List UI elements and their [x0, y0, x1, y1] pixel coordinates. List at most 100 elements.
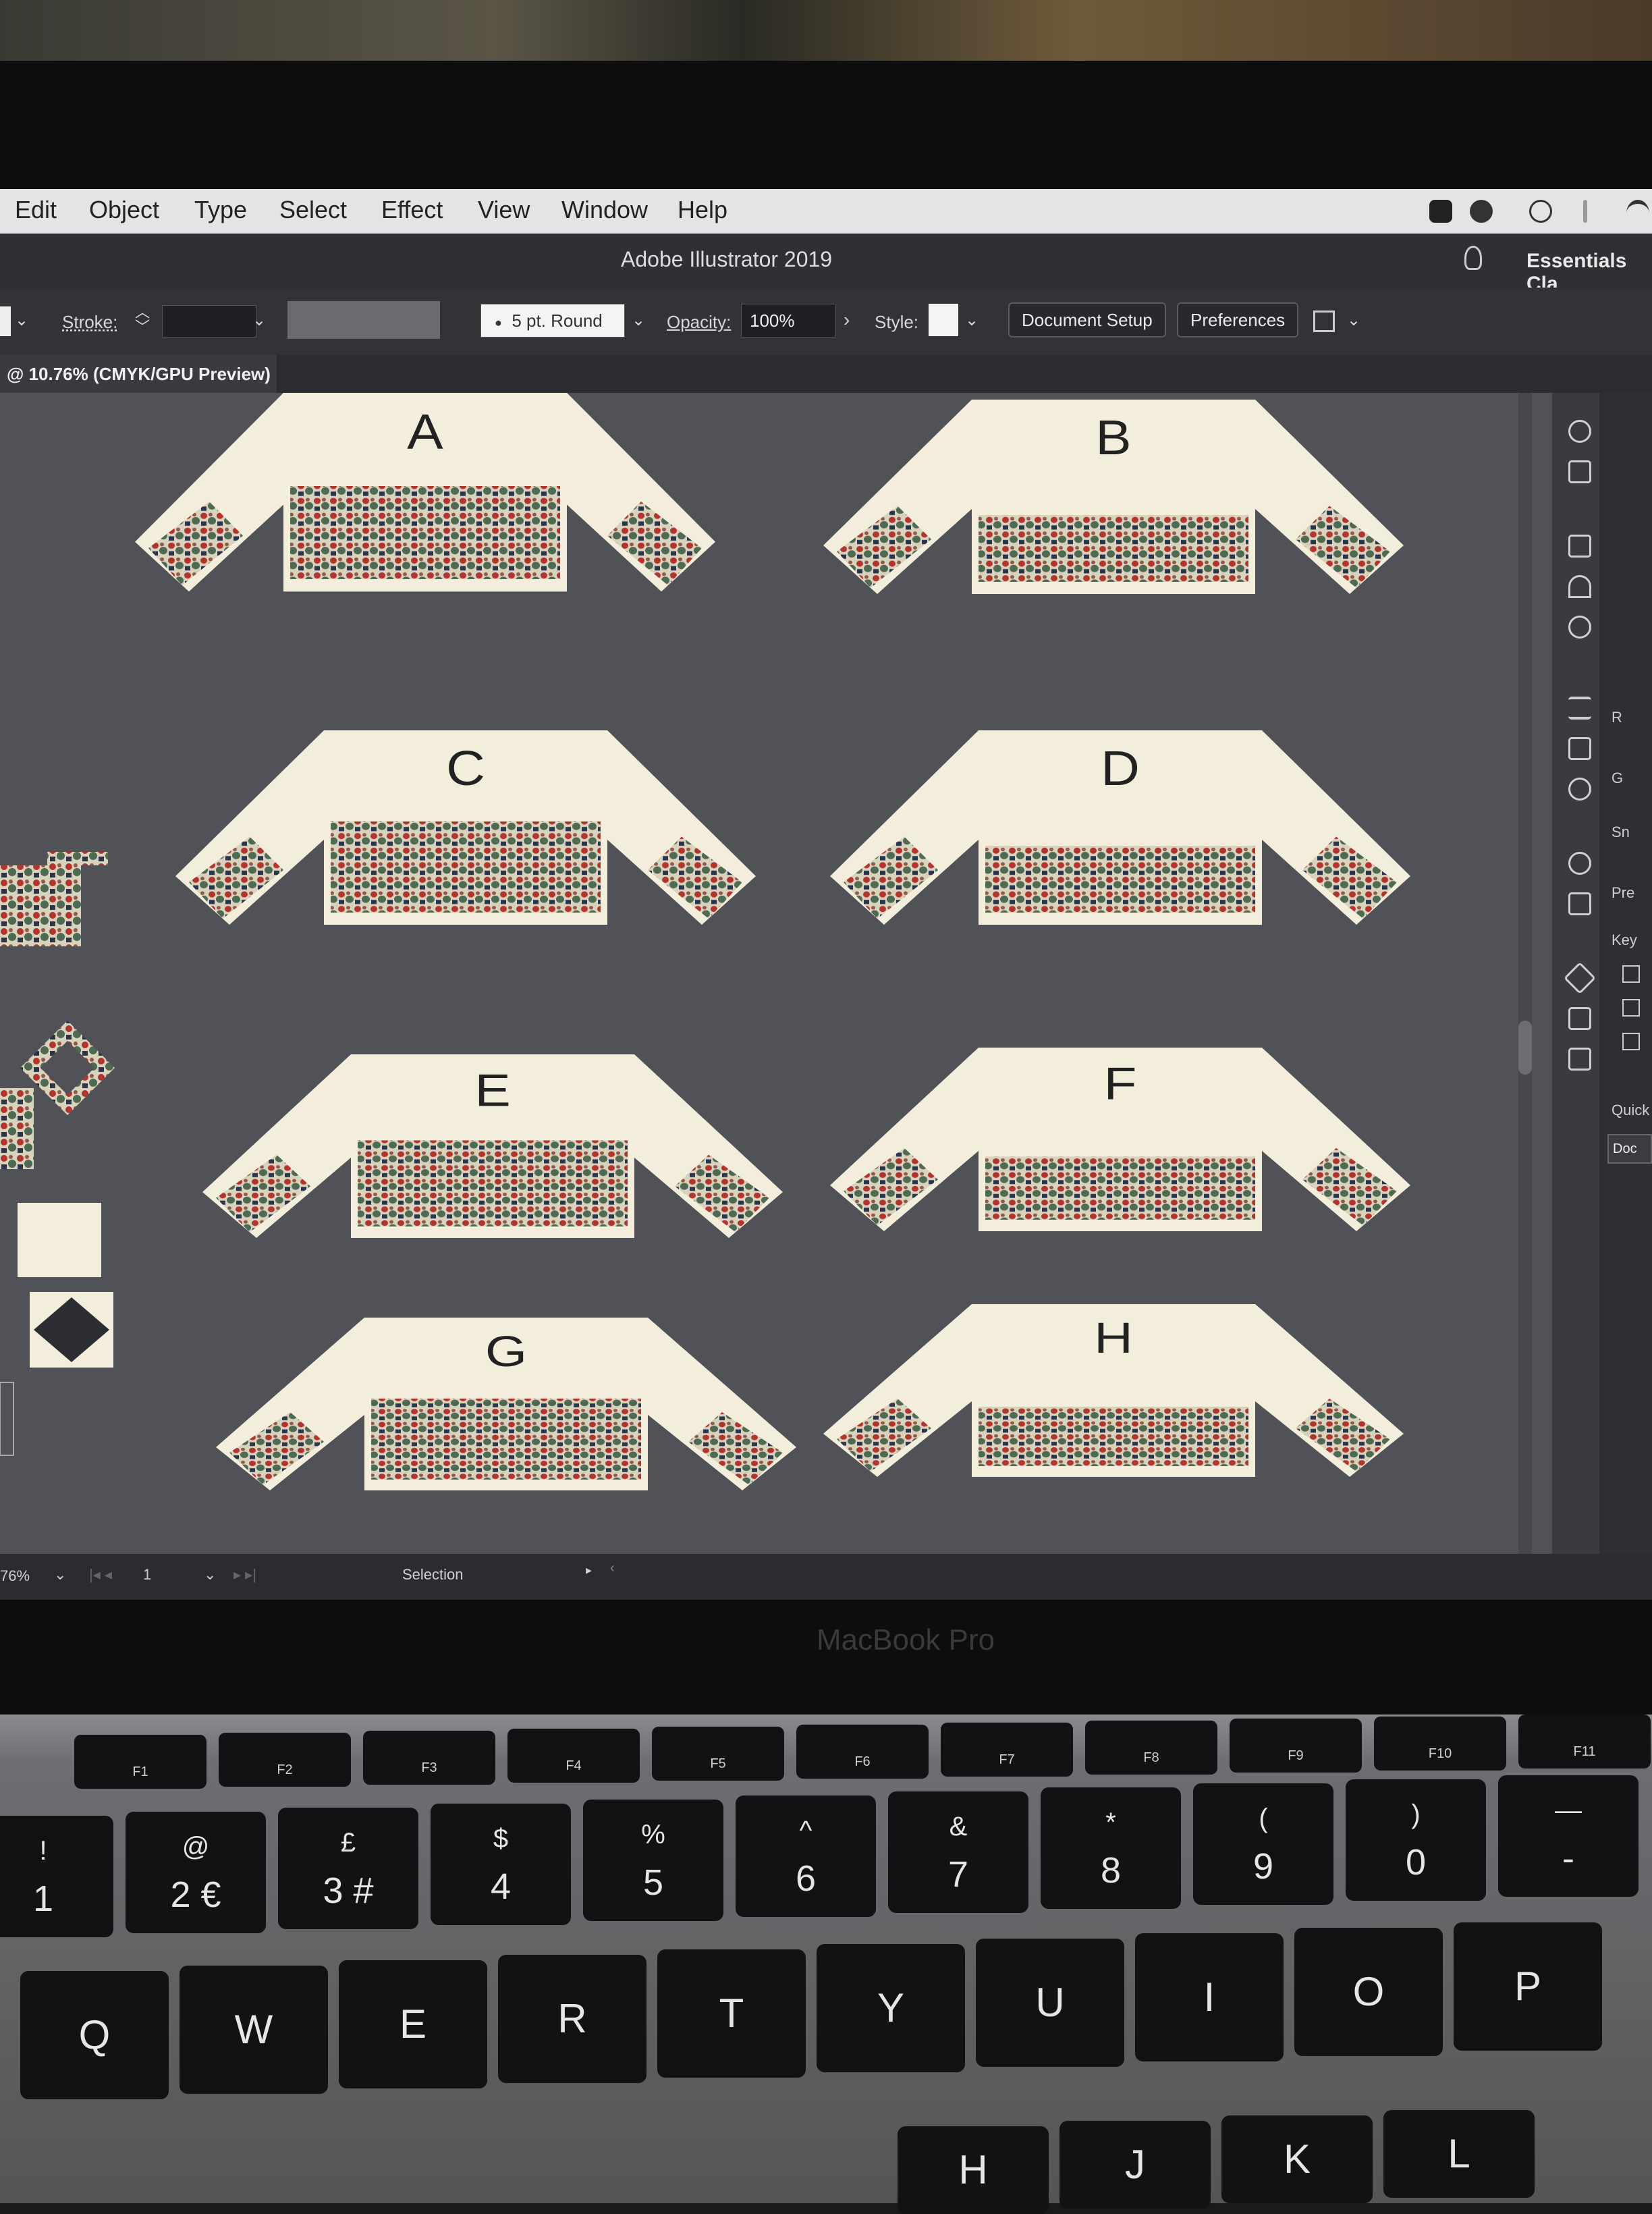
opacity-field[interactable]: 100%	[741, 304, 835, 338]
zoom-level[interactable]: 76%	[0, 1567, 30, 1585]
artboard-label: B	[1095, 411, 1131, 465]
chevron-down-icon[interactable]: ⌄	[252, 310, 266, 330]
scroll-thumb[interactable]	[1518, 1021, 1532, 1075]
checkbox[interactable]	[1622, 1033, 1640, 1050]
style-label: Style:	[875, 312, 919, 332]
brushes-icon[interactable]	[1568, 575, 1591, 598]
lightbulb-icon[interactable]	[1464, 246, 1482, 270]
panel-icon-strip	[1552, 393, 1599, 1554]
patchwork-band	[371, 1399, 641, 1480]
artboards: A B C D E F G H	[0, 393, 1552, 1554]
menu-help[interactable]: Help	[678, 196, 727, 224]
patchwork-band	[979, 1407, 1248, 1466]
artboard-number[interactable]: 1	[143, 1566, 151, 1584]
laptop-screen: Edit Object Type Select Effect View Wind…	[0, 189, 1652, 1600]
menu-select[interactable]: Select	[279, 196, 347, 224]
chevron-down-icon[interactable]: ⌄	[54, 1566, 66, 1584]
opacity-label[interactable]: Opacity:	[667, 312, 731, 333]
document-setup-button[interactable]: Document Setup	[1008, 302, 1166, 338]
artboard-label: E	[474, 1064, 510, 1116]
bluetooth-icon[interactable]	[1583, 200, 1587, 223]
chevron-down-icon[interactable]: ⌄	[1347, 310, 1360, 330]
patchwork-band	[985, 1156, 1255, 1220]
status-bar: 76% ⌄ |◂ ◂ 1 ⌄ ▸ ▸| Selection ▸ ‹	[0, 1554, 1652, 1600]
transparency-icon[interactable]	[1568, 778, 1591, 801]
artboard-label: H	[1094, 1314, 1133, 1363]
panel-label-r: R	[1612, 709, 1622, 726]
style-swatch[interactable]	[929, 304, 958, 336]
gradient-icon[interactable]	[1568, 737, 1591, 760]
stroke-panel-icon[interactable]	[1568, 697, 1591, 720]
asset-export-icon[interactable]	[1568, 1007, 1591, 1030]
color-icon[interactable]	[1568, 420, 1591, 443]
sweater-artboard-e[interactable]: E	[202, 1054, 783, 1238]
variable-width-profile[interactable]	[287, 301, 440, 339]
sweater-artboard-b[interactable]: B	[823, 400, 1404, 594]
document-tab[interactable]: @ 10.76% (CMYK/GPU Preview)	[0, 355, 277, 393]
sweater-artboard-f[interactable]: F	[830, 1048, 1410, 1231]
arrange-documents-icon[interactable]	[1313, 310, 1335, 332]
macbook-logo-text: MacBook Pro	[817, 1623, 995, 1656]
background-room	[0, 0, 1652, 68]
screen-record-icon[interactable]	[1429, 200, 1452, 223]
patchwork-band	[290, 486, 560, 579]
swatches-icon[interactable]	[1568, 535, 1591, 558]
panel-label-g: G	[1612, 770, 1624, 786]
home-key-row: HJKL	[0, 1714, 1652, 2214]
symbols-icon[interactable]	[1568, 616, 1591, 639]
chevron-left-icon[interactable]: ‹	[610, 1561, 615, 1576]
key-k[interactable]: K	[1221, 2115, 1373, 2203]
stroke-weight-field[interactable]	[162, 305, 256, 338]
checkbox[interactable]	[1622, 965, 1640, 983]
creative-cloud-icon[interactable]	[1470, 200, 1493, 223]
first-artboard-icon[interactable]: |◂ ◂	[89, 1566, 112, 1584]
stroke-stepper[interactable]: ︿ ﹀	[135, 305, 150, 335]
vertical-scrollbar[interactable]	[1518, 393, 1532, 1554]
next-artboard-icon[interactable]: ▸ ▸|	[233, 1566, 256, 1584]
key-j[interactable]: J	[1059, 2121, 1211, 2209]
menu-edit[interactable]: Edit	[15, 196, 57, 224]
time-machine-icon[interactable]	[1529, 200, 1552, 223]
brush-definition-field[interactable]: ● 5 pt. Round	[480, 304, 625, 338]
patchwork-band	[358, 1140, 628, 1226]
key-h[interactable]: H	[898, 2126, 1049, 2214]
wifi-icon[interactable]	[1626, 200, 1649, 227]
sweater-artboard-h[interactable]: H	[823, 1304, 1404, 1477]
app-title-bar: Adobe Illustrator 2019 Essentials Cla	[0, 234, 1652, 295]
color-guide-icon[interactable]	[1568, 460, 1591, 483]
document-setup-quick-button[interactable]: Doc	[1607, 1134, 1652, 1164]
menu-window[interactable]: Window	[561, 196, 648, 224]
chevron-right-icon[interactable]: ›	[844, 309, 850, 331]
chevron-down-icon[interactable]: ⌄	[965, 310, 979, 330]
chevron-down-icon[interactable]: ⌄	[204, 1566, 216, 1584]
layers-icon[interactable]	[1563, 961, 1597, 995]
graphic-styles-icon[interactable]	[1568, 892, 1591, 915]
artboard-label: G	[485, 1328, 527, 1376]
menu-object[interactable]: Object	[89, 196, 159, 224]
preferences-button[interactable]: Preferences	[1177, 302, 1299, 338]
artboards-panel-icon[interactable]	[1568, 1048, 1591, 1071]
sweater-artboard-c[interactable]: C	[175, 730, 756, 925]
document-tab-bar: @ 10.76% (CMYK/GPU Preview)	[0, 355, 1652, 393]
menu-view[interactable]: View	[478, 196, 530, 224]
play-icon[interactable]: ▸	[586, 1563, 592, 1577]
chevron-down-icon[interactable]: ⌄	[632, 310, 645, 330]
chevron-down-icon[interactable]: ⌄	[15, 310, 28, 330]
panel-label-keyboard: Key	[1612, 932, 1637, 948]
canvas-area[interactable]: A B C D E F G H	[0, 393, 1652, 1554]
sweater-artboard-d[interactable]: D	[830, 730, 1410, 925]
menu-type[interactable]: Type	[194, 196, 247, 224]
appearance-icon[interactable]	[1568, 852, 1591, 875]
sweater-artboard-a[interactable]: A	[135, 393, 715, 592]
stroke-label[interactable]: Stroke:	[62, 312, 117, 333]
app-title: Adobe Illustrator 2019	[621, 247, 833, 271]
checkbox[interactable]	[1622, 999, 1640, 1017]
sweater-artboard-g[interactable]: G	[216, 1318, 796, 1490]
control-bar: ⌄ Stroke: ︿ ﹀ ⌄ ● 5 pt. Round ⌄ Opacity: …	[0, 288, 1652, 355]
panel-label-quick-actions: Quick	[1612, 1102, 1650, 1118]
menu-effect[interactable]: Effect	[381, 196, 443, 224]
current-tool-label: Selection	[402, 1566, 464, 1583]
key-l[interactable]: L	[1383, 2110, 1535, 2198]
artboard-label: C	[446, 742, 485, 796]
fill-swatch[interactable]	[0, 306, 11, 336]
